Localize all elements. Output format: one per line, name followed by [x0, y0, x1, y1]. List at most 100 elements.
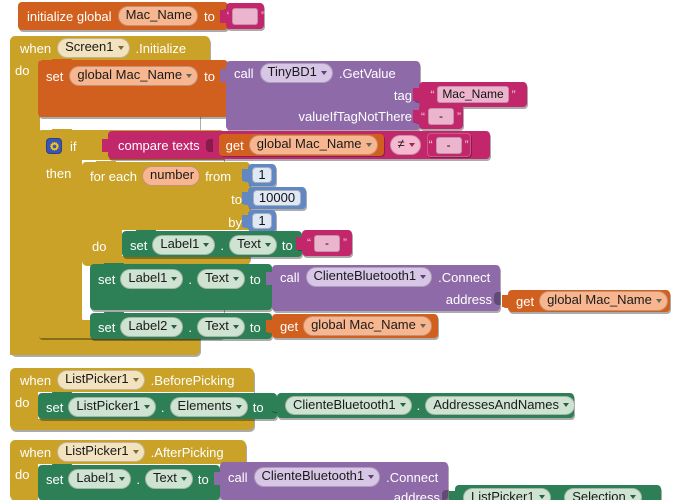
call-component-field-tinydb[interactable]: TinyBD1: [259, 63, 333, 83]
loop-variable-field[interactable]: number: [141, 166, 201, 186]
value-component-field-listpicker1[interactable]: ListPicker1: [463, 487, 551, 500]
event-name-initialize: .Initialize: [135, 40, 187, 56]
number-field-from[interactable]: 1: [252, 166, 272, 184]
get-variable-field[interactable]: global Mac_Name: [303, 316, 432, 336]
number-block-to[interactable]: 10000: [242, 187, 306, 209]
get-global-mac-name-address-block[interactable]: get global Mac_Name: [502, 290, 670, 312]
set-global-target-field[interactable]: global Mac_Name: [69, 66, 199, 86]
set-label1-text-connect-block[interactable]: set Label1 . Text to: [90, 263, 273, 310]
compare-texts-block[interactable]: compare texts get global Mac_Name ≠ “ - …: [102, 131, 490, 159]
set-label2-text-block[interactable]: set Label2 . Text to: [90, 312, 273, 339]
close-quote-icon: ”: [261, 9, 265, 23]
set-component-field-label1[interactable]: Label1: [152, 235, 216, 255]
value-property-field-addressesandnames[interactable]: AddressesAndNames: [425, 395, 575, 416]
set-property-field-text[interactable]: Text: [197, 317, 245, 337]
set-property-field-elements[interactable]: Elements: [169, 397, 248, 417]
set-component-field-label2[interactable]: Label2: [120, 317, 184, 337]
number-block-from[interactable]: 1: [242, 164, 276, 186]
set-property-field-text[interactable]: Text: [145, 469, 193, 489]
call-clientebluetooth-connect-block[interactable]: call ClienteBluetooth1 .Connect address: [266, 265, 501, 311]
blocks-workspace[interactable]: initialize global Mac_Name to “ ” when S…: [0, 0, 690, 500]
initialize-global-block[interactable]: initialize global Mac_Name to: [18, 2, 229, 30]
call-connect-afterpicking-plug: [214, 472, 221, 485]
get-global-label2-plug: [266, 320, 273, 333]
text-field-dash-label1[interactable]: -: [314, 234, 340, 252]
compare-right-text-block[interactable]: “ - ”: [426, 133, 471, 157]
number-field-by[interactable]: 1: [252, 212, 272, 230]
set-listpicker-elements-block[interactable]: set ListPicker1 . Elements to: [38, 392, 278, 419]
value-component-field-clientebluetooth1[interactable]: ClienteBluetooth1: [285, 395, 412, 416]
event-component-field-listpicker1[interactable]: ListPicker1: [57, 442, 145, 462]
set-label1-text-dash-block[interactable]: set Label1 . Text to: [122, 230, 303, 257]
arg-label-address: address: [445, 292, 492, 307]
open-quote-icon: “: [307, 236, 311, 250]
listpicker-selection-plug: [449, 491, 456, 500]
get-global-mac-name-label2-block[interactable]: get global Mac_Name: [266, 314, 438, 338]
number-from-plug: [242, 169, 249, 182]
global-variable-name-field[interactable]: Mac_Name: [117, 6, 199, 26]
set-global-to-label: to: [204, 68, 215, 84]
arg-label-valueiftagnotthere: valueIfTagNotThere: [298, 109, 412, 124]
set-elements-top-notch: [52, 392, 72, 397]
set-component-field-label1[interactable]: Label1: [120, 269, 184, 289]
close-quote-icon: ”: [511, 87, 516, 102]
get-global-mac-name-block[interactable]: get global Mac_Name: [218, 134, 384, 156]
when-listpicker-afterpicking-block[interactable]: when ListPicker1 .AfterPicking: [10, 440, 246, 464]
mutator-gear-icon[interactable]: [46, 138, 62, 154]
when-listpicker-beforepicking-block[interactable]: when ListPicker1 .BeforePicking: [10, 368, 254, 392]
number-to-plug: [242, 192, 249, 205]
event-component-field-screen1[interactable]: Screen1: [57, 38, 130, 58]
set-to-label: to: [249, 319, 261, 335]
when-keyword: when: [20, 40, 52, 56]
event-component-field-listpicker1[interactable]: ListPicker1: [57, 370, 145, 390]
dot-separator: .: [555, 490, 560, 500]
call-keyword: call: [234, 65, 254, 81]
text-block-dash-valueiftagnotthere[interactable]: “ - ”: [413, 104, 463, 129]
get-variable-field[interactable]: global Mac_Name: [539, 291, 668, 311]
arg-label-address: address: [393, 489, 440, 500]
set-to-label: to: [281, 237, 293, 253]
for-each-keyword: for each: [90, 168, 137, 184]
call-clientebluetooth-connect-afterpicking-block[interactable]: call ClienteBluetooth1 .Connect address: [214, 462, 449, 500]
set-property-field-text[interactable]: Text: [229, 235, 277, 255]
compare-left-socket: [205, 138, 213, 152]
set-keyword: set: [46, 471, 64, 487]
number-field-to[interactable]: 10000: [252, 189, 302, 207]
get-keyword: get: [280, 318, 299, 334]
empty-text-block[interactable]: “ ”: [220, 3, 265, 29]
set-label1-afterpicking-top-notch: [52, 464, 72, 469]
empty-text-plug: [220, 10, 227, 23]
call-tinydb-plug: [220, 69, 227, 82]
close-quote-icon: ”: [343, 236, 347, 250]
text-block-dash-label1[interactable]: “ - ”: [296, 230, 352, 256]
set-component-field-listpicker1[interactable]: ListPicker1: [68, 397, 156, 417]
set-global-mac-name-block[interactable]: set global Mac_Name to: [38, 59, 229, 117]
text-field-dash[interactable]: -: [428, 108, 454, 125]
then-label-overlay: then: [46, 166, 72, 181]
arg-label-tag: tag: [393, 88, 412, 103]
dot-separator: .: [188, 319, 193, 335]
compare-texts-label: compare texts: [118, 137, 200, 153]
call-component-field-clientebluetooth1[interactable]: ClienteBluetooth1: [253, 467, 381, 487]
set-component-field-label1[interactable]: Label1: [68, 469, 132, 489]
call-component-field-clientebluetooth1[interactable]: ClienteBluetooth1: [305, 267, 433, 287]
value-property-field-selection[interactable]: Selection: [564, 487, 642, 500]
set-property-field-text[interactable]: Text: [197, 269, 245, 289]
call-method-connect: .Connect: [438, 269, 491, 285]
for-each-top-notch: [96, 161, 116, 166]
open-quote-icon: “: [428, 138, 433, 152]
number-block-by[interactable]: 1: [242, 210, 276, 232]
get-clientebluetooth-addressesandnames-block[interactable]: ClienteBluetooth1 . AddressesAndNames: [271, 393, 575, 418]
number-by-plug: [242, 215, 249, 228]
call-tinydb-getvalue-block[interactable]: call TinyBD1 .GetValue tag valueIfTagNot…: [220, 61, 421, 130]
event-name-afterpicking: .AfterPicking: [150, 444, 224, 460]
get-listpicker-selection-block[interactable]: ListPicker1 . Selection: [449, 485, 661, 500]
set-label1-text-afterpicking-block[interactable]: set Label1 . Text to: [38, 464, 221, 500]
when-screen1-initialize-block[interactable]: when Screen1 .Initialize: [10, 36, 210, 60]
empty-text-field[interactable]: [232, 7, 258, 25]
call-keyword: call: [280, 269, 300, 285]
get-variable-field[interactable]: global Mac_Name: [248, 135, 378, 155]
text-field-mac-name[interactable]: Mac_Name: [437, 86, 509, 103]
compare-right-text-field[interactable]: -: [435, 136, 462, 154]
compare-operator-field[interactable]: ≠: [389, 135, 421, 155]
